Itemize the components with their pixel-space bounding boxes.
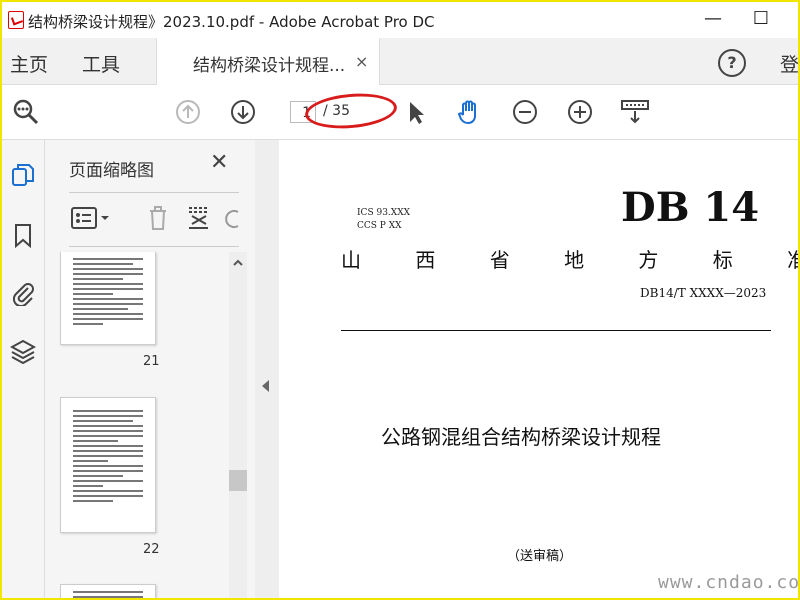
page-thumbnails-icon[interactable]: [10, 162, 36, 188]
thumbnail-page-23[interactable]: [60, 584, 156, 598]
delete-page-icon[interactable]: [146, 204, 170, 232]
next-page-icon[interactable]: [229, 98, 257, 126]
navigation-rail: [2, 140, 45, 598]
ics-code: ICS 93.XXX: [357, 208, 411, 218]
watermark-text: www.cndao.com: [658, 572, 800, 593]
close-tab-button[interactable]: ×: [355, 52, 368, 71]
zoom-in-icon[interactable]: [566, 98, 594, 126]
thumbnail-page-21[interactable]: [60, 252, 156, 345]
draft-status: （送审稿）: [507, 549, 573, 564]
thumbnail-page-22[interactable]: [60, 397, 156, 533]
tab-document[interactable]: 结构桥梁设计规程... ×: [156, 38, 380, 85]
title-bar: 结构桥梁设计规程》2023.10.pdf - Adobe Acrobat Pro…: [2, 2, 798, 38]
document-toolbar: [2, 85, 798, 140]
attachment-icon[interactable]: [10, 280, 36, 306]
standard-number: DB14/T XXXX—2023: [640, 286, 767, 300]
extract-pages-icon[interactable]: [186, 204, 214, 232]
panel-divider: [69, 246, 239, 247]
thumbnail-options-icon[interactable]: [70, 206, 114, 230]
acrobat-window: 结构桥梁设计规程》2023.10.pdf - Adobe Acrobat Pro…: [0, 0, 800, 600]
maximize-button[interactable]: ☐: [750, 8, 772, 30]
layers-icon[interactable]: [10, 338, 36, 364]
collapse-panel-icon[interactable]: [262, 380, 269, 392]
select-cursor-icon[interactable]: [402, 98, 430, 126]
db-code: DB 14: [621, 184, 760, 231]
panel-divider: [69, 192, 239, 193]
navigation-tabs: 主页 工具: [2, 38, 798, 85]
minimize-button[interactable]: —: [702, 8, 724, 30]
tab-home[interactable]: 主页: [10, 50, 48, 77]
document-tab-label: 结构桥梁设计规程...: [193, 56, 346, 76]
scroll-up-icon[interactable]: [231, 256, 245, 270]
help-icon[interactable]: ?: [718, 49, 746, 77]
thumbnail-scrollbar[interactable]: [229, 252, 247, 598]
tab-tools[interactable]: 工具: [82, 50, 120, 77]
document-page: ICS 93.XXX CCS P XX DB 14 山 西 省 地 方 标 准 …: [279, 140, 798, 598]
document-title: 公路钢混组合结构桥梁设计规程: [381, 425, 661, 449]
sign-in-link[interactable]: 登: [780, 50, 798, 77]
close-panel-button[interactable]: ✕: [210, 150, 228, 175]
panel-title: 页面缩略图: [69, 161, 154, 181]
thumbnail-page-label: 21: [143, 354, 160, 369]
zoom-out-icon[interactable]: [511, 98, 539, 126]
bookmark-icon[interactable]: [10, 222, 36, 248]
panel-splitter[interactable]: [255, 140, 279, 598]
previous-page-icon[interactable]: [174, 98, 202, 126]
search-zoom-icon[interactable]: [12, 98, 40, 126]
thumbnail-page-label: 22: [143, 542, 160, 557]
fit-page-icon[interactable]: [620, 98, 650, 126]
ccs-code: CCS P XX: [357, 221, 402, 231]
region-title: 山 西 省 地 方 标 准: [341, 248, 800, 272]
hand-tool-icon[interactable]: [456, 98, 484, 126]
acrobat-app-icon: [8, 11, 24, 29]
window-title: 结构桥梁设计规程》2023.10.pdf - Adobe Acrobat Pro…: [28, 13, 435, 31]
header-rule: [341, 330, 771, 331]
scrollbar-thumb[interactable]: [229, 470, 247, 491]
rotate-page-icon[interactable]: [224, 204, 240, 232]
